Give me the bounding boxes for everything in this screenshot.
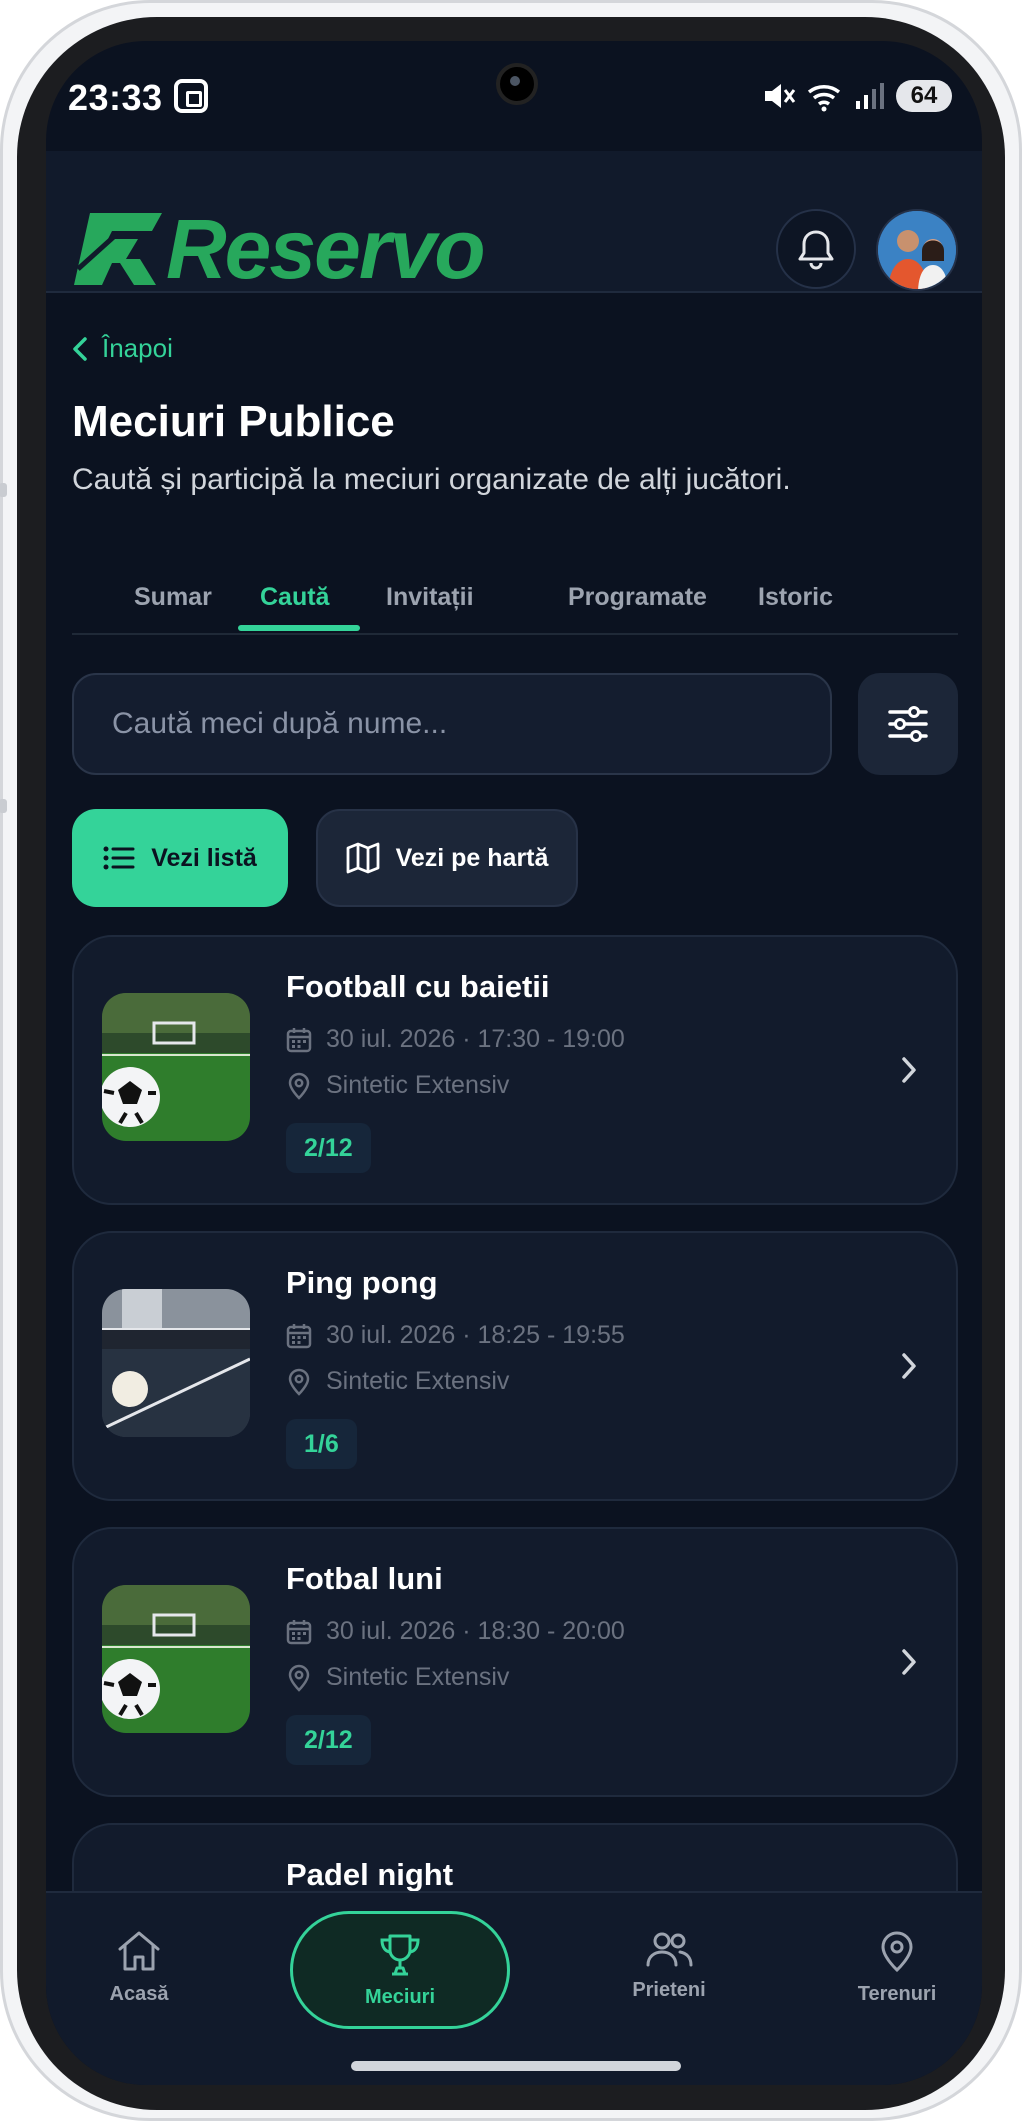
match-datetime: 30 iul. 2026 · 17:30 - 19:00 [286, 1025, 625, 1054]
tab-invitatii[interactable]: Invitații [386, 583, 474, 612]
match-thumbnail [102, 1585, 250, 1733]
match-location: Sintetic Extensiv [286, 1663, 509, 1692]
match-title: Ping pong [286, 1265, 438, 1300]
phone-frame: 23:33 64 Reservo Înapoi Meciuri Publice … [0, 0, 1022, 2121]
screen-record-icon [174, 79, 208, 113]
active-tab-indicator [238, 625, 360, 631]
match-location: Sintetic Extensiv [286, 1367, 509, 1396]
players-count-badge: 2/12 [286, 1123, 371, 1173]
match-card[interactable]: Fotbal luni 30 iul. 2026 · 18:30 - 20:00 [72, 1527, 958, 1797]
match-title: Fotbal luni [286, 1561, 443, 1596]
list-icon [103, 846, 135, 870]
app-header: Reservo [46, 151, 982, 296]
back-label: Înapoi [102, 333, 173, 363]
location-pin-icon [288, 1368, 310, 1396]
view-list-button[interactable]: Vezi listă [72, 809, 288, 907]
page-title: Meciuri Publice [72, 397, 395, 446]
side-button [0, 799, 7, 813]
match-datetime-text: 30 iul. 2026 · 18:30 - 20:00 [326, 1617, 625, 1645]
trophy-icon [380, 1934, 420, 1975]
match-datetime-text: 30 iul. 2026 · 18:25 - 19:55 [326, 1321, 625, 1349]
ping-pong-image [102, 1289, 250, 1437]
page-subtitle: Caută și participă la meciuri organizate… [72, 463, 791, 496]
nav-label: Acasă [109, 1983, 169, 2005]
map-pin-icon [881, 1931, 913, 1973]
wifi-icon [807, 84, 841, 112]
nav-label: Terenuri [857, 1983, 937, 2005]
filter-button[interactable] [858, 673, 958, 775]
nav-label: Prieteni [632, 1979, 706, 2001]
football-image [102, 993, 250, 1141]
location-pin-icon [288, 1072, 310, 1100]
match-datetime: 30 iul. 2026 · 18:25 - 19:55 [286, 1321, 625, 1350]
football-image [102, 1585, 250, 1733]
sliders-icon [888, 706, 928, 742]
tab-bar: Sumar Caută Invitații Programate Istoric [72, 563, 958, 635]
match-location-text: Sintetic Extensiv [326, 1071, 510, 1099]
match-datetime: 30 iul. 2026 · 18:30 - 20:00 [286, 1617, 625, 1646]
reservo-logo[interactable]: Reservo [72, 202, 486, 296]
chevron-left-icon [73, 336, 87, 361]
match-thumbnail [102, 1289, 250, 1437]
home-indicator[interactable] [351, 2061, 681, 2071]
nav-meciuri[interactable]: Meciuri [290, 1911, 510, 2029]
user-avatar[interactable] [876, 209, 958, 291]
status-time: 23:33 [68, 77, 163, 118]
view-map-label: Vezi pe hartă [395, 843, 549, 872]
status-bar: 23:33 64 [46, 41, 982, 151]
match-datetime-text: 30 iul. 2026 · 17:30 - 19:00 [326, 1025, 625, 1053]
screen: 23:33 64 Reservo Înapoi Meciuri Publice … [46, 41, 982, 2085]
match-title: Padel night [286, 1857, 454, 1892]
chevron-right-icon [902, 1057, 916, 1083]
side-button [0, 483, 7, 497]
tab-istoric[interactable]: Istoric [758, 583, 833, 612]
front-camera [496, 63, 538, 105]
chevron-right-icon [902, 1353, 916, 1379]
match-thumbnail [102, 993, 250, 1141]
logo-mark-icon [74, 213, 162, 285]
search-input[interactable] [112, 707, 792, 741]
chevron-right-icon [902, 1649, 916, 1675]
view-map-button[interactable]: Vezi pe hartă [316, 809, 578, 907]
players-count-badge: 2/12 [286, 1715, 371, 1765]
nav-prieteni[interactable]: Prieteni [594, 1929, 744, 2002]
match-location: Sintetic Extensiv [286, 1071, 509, 1100]
avatar-photo [878, 211, 956, 289]
friends-icon [646, 1932, 693, 1967]
view-list-label: Vezi listă [151, 843, 257, 872]
battery-indicator: 64 [896, 80, 952, 112]
calendar-icon [286, 1027, 312, 1052]
tab-programate[interactable]: Programate [568, 583, 707, 612]
bell-icon [798, 230, 834, 270]
mute-icon [765, 84, 796, 108]
tab-cauta[interactable]: Caută [260, 583, 329, 612]
search-field[interactable] [72, 673, 832, 775]
nav-label: Meciuri [364, 1985, 436, 2008]
signal-icon [856, 83, 884, 109]
home-icon [118, 1931, 160, 1971]
location-pin-icon [288, 1664, 310, 1692]
nav-acasa[interactable]: Acasă [64, 1929, 214, 2006]
players-count-badge: 1/6 [286, 1419, 357, 1469]
status-icons: 64 [762, 79, 952, 113]
map-icon [346, 842, 379, 874]
match-title: Football cu baietii [286, 969, 550, 1004]
match-card[interactable]: Ping pong 30 iul. 2026 · 18:25 - 19:55 S… [72, 1231, 958, 1501]
notifications-button[interactable] [776, 209, 856, 289]
calendar-icon [286, 1619, 312, 1644]
back-link[interactable]: Înapoi [72, 333, 173, 364]
nav-terenuri[interactable]: Terenuri [822, 1929, 972, 2006]
match-location-text: Sintetic Extensiv [326, 1663, 510, 1691]
tab-sumar[interactable]: Sumar [134, 583, 212, 612]
logo-text: Reservo [166, 201, 486, 296]
bottom-nav: Acasă Meciuri Prieteni Terenuri [46, 1891, 982, 2085]
match-location-text: Sintetic Extensiv [326, 1367, 510, 1395]
calendar-icon [286, 1323, 312, 1348]
match-card[interactable]: Football cu baietii 30 iul. 2026 · 17:30… [72, 935, 958, 1205]
